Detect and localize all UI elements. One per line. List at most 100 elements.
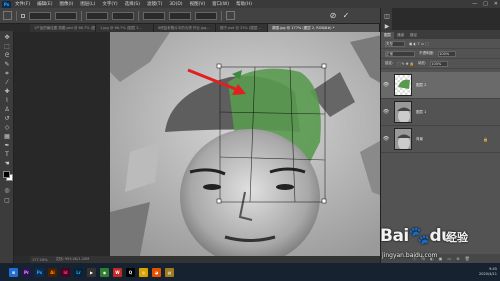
visibility-eye-icon[interactable]: 👁 (381, 109, 391, 115)
menu-help[interactable]: 帮助(H) (236, 1, 252, 7)
menu-filter[interactable]: 滤镜(T) (147, 1, 162, 7)
visibility-eye-icon[interactable]: 👁 (381, 136, 391, 142)
layer-thumbnail (394, 101, 412, 123)
menu-window[interactable]: 窗口(W) (212, 1, 229, 7)
photo-canvas[interactable] (110, 32, 396, 256)
skew-h-field[interactable] (169, 11, 191, 20)
taskbar-lightroom[interactable]: Lr (74, 267, 83, 277)
window-controls: — □ ✕ (472, 1, 498, 7)
layer-row-1[interactable]: 👁 图层 1 (381, 99, 500, 126)
filter-icons[interactable]: ▣ ◐ T ▭ ⬚ (409, 42, 429, 46)
separator (138, 10, 139, 21)
reference-point-checkbox[interactable] (21, 13, 25, 18)
eyedropper-tool-icon[interactable]: ⁄ (3, 79, 11, 86)
brush-tool-icon[interactable]: ⌇ (3, 97, 11, 104)
tab-document-4[interactable]: 帽子.psd @ 25% (图层... (216, 24, 268, 32)
layer-name[interactable]: 图层 1 (416, 110, 426, 115)
history-panel-icon[interactable]: ◫ (383, 12, 391, 20)
pen-tool-icon[interactable]: ✒ (3, 142, 11, 149)
tab-channels[interactable]: 通道 (394, 32, 407, 39)
menu-type[interactable]: 文字(Y) (102, 1, 117, 7)
start-button[interactable]: ⊞ (9, 267, 18, 277)
taskbar-firefox[interactable]: ◕ (152, 267, 161, 277)
taskbar-indesign[interactable]: Id (61, 267, 70, 277)
layers-panel-tabs: 图层 通道 路径 (381, 30, 500, 39)
crop-tool-icon[interactable]: ⌗ (3, 70, 11, 77)
menu-select[interactable]: 选择(S) (125, 1, 140, 7)
blend-mode-select[interactable]: 正常 (385, 50, 415, 57)
taskbar-folder[interactable]: ▤ (165, 267, 174, 277)
lock-row: 锁定: ⬚ ✎ ✥ 🔒 填充: 100% (381, 59, 500, 69)
width-field[interactable] (86, 11, 108, 20)
opacity-field[interactable]: 100% (438, 50, 457, 57)
photoshop-logo: Ps (2, 0, 11, 8)
layer-name[interactable]: 图层 2 (416, 83, 426, 88)
tab-document-active[interactable]: 原图.jpg @ 177% (图层 2, RGB/8#) * (268, 24, 380, 32)
skew-v-field[interactable] (195, 11, 217, 20)
quick-mask-icon[interactable]: ◎ (3, 187, 11, 194)
menu-file[interactable]: 文件(F) (15, 1, 30, 7)
visibility-eye-icon[interactable]: 👁 (381, 82, 391, 88)
screen-mode-icon[interactable]: ▢ (3, 197, 11, 204)
gradient-tool-icon[interactable]: ▦ (3, 133, 11, 140)
taskbar-media-player[interactable]: ▶ (87, 267, 96, 277)
tab-layers[interactable]: 图层 (381, 32, 394, 39)
taskbar-premiere[interactable]: Pr (22, 267, 31, 277)
document-size: 文档: 955.0K/1.20M (55, 257, 90, 261)
commit-transform-button[interactable]: ✓ (341, 10, 351, 20)
system-tray-clock[interactable]: 9:45 2020/4/11 (479, 267, 497, 277)
clock-date: 2020/4/11 (479, 272, 497, 276)
rotate-field[interactable] (143, 11, 165, 20)
canvas-area[interactable] (14, 32, 396, 256)
zoom-level[interactable]: 177.16% (32, 258, 48, 262)
menu-layer[interactable]: 图层(L) (80, 1, 95, 7)
tab-document-3[interactable]: 6修复老照片中的污渍 作业.jpg... (154, 24, 216, 32)
marquee-tool-icon[interactable]: ⬚ (3, 43, 11, 50)
jingyan-text: 经验 (446, 231, 468, 244)
layer-row-2[interactable]: 👁 图层 2 (381, 72, 500, 99)
healing-brush-tool-icon[interactable]: ✚ (3, 88, 11, 95)
fill-field[interactable]: 100% (430, 60, 449, 67)
menu-edit[interactable]: 编辑(E) (37, 1, 52, 7)
menu-view[interactable]: 视图(V) (190, 1, 206, 7)
status-bar: 177.16% 文档: 955.0K/1.20M (30, 256, 380, 263)
maximize-button[interactable]: □ (483, 1, 488, 7)
layer-kind-select[interactable]: 类型 (385, 40, 405, 47)
lasso-tool-icon[interactable]: ᘓ (3, 52, 11, 59)
x-field[interactable] (29, 11, 51, 20)
layer-row-background[interactable]: 👁 背景 🔒 (381, 126, 500, 153)
type-tool-icon[interactable]: T (3, 151, 11, 158)
clone-stamp-tool-icon[interactable]: ♙ (3, 106, 11, 113)
taskbar-wps[interactable]: W (113, 267, 122, 277)
tab-paths[interactable]: 路径 (407, 32, 420, 39)
tab-document-2[interactable]: 1.jpg @ 66.7% (图层 3... (96, 24, 154, 32)
close-button[interactable]: ✕ (494, 1, 498, 7)
menu-3d[interactable]: 3D(D) (169, 2, 182, 7)
history-brush-tool-icon[interactable]: ↺ (3, 115, 11, 122)
tab-document-1[interactable]: 1产品的最佳图 原图.psd @ 66.7% (图层... (30, 24, 96, 32)
taskbar-illustrator[interactable]: Ai (48, 267, 57, 277)
quick-select-tool-icon[interactable]: ✎ (3, 61, 11, 68)
y-field[interactable] (55, 11, 77, 20)
taskbar-browser[interactable]: ◉ (100, 267, 109, 277)
taskbar-chrome[interactable]: ◎ (139, 267, 148, 277)
portrait-thumbnail-image (397, 134, 411, 149)
layer-thumbnail (394, 74, 412, 96)
menu-image[interactable]: 图像(I) (59, 1, 73, 7)
play-action-icon[interactable]: ▶ (383, 22, 391, 30)
document-tabs: 1产品的最佳图 原图.psd @ 66.7% (图层... 1.jpg @ 66… (30, 24, 380, 32)
foreground-color-swatch[interactable] (3, 171, 10, 178)
layer-name[interactable]: 背景 (416, 137, 423, 142)
taskbar-photoshop[interactable]: Ps (35, 267, 44, 277)
minimize-button[interactable]: — (472, 1, 477, 7)
height-field[interactable] (112, 11, 134, 20)
baidu-logo: Bai🐾du (380, 226, 453, 246)
hand-tool-icon[interactable]: ☚ (3, 160, 11, 167)
taskbar-qq[interactable]: Q (126, 267, 135, 277)
lock-icons[interactable]: ⬚ ✎ ✥ 🔒 (397, 62, 414, 66)
cancel-transform-button[interactable]: ⊘ (328, 10, 338, 20)
eraser-tool-icon[interactable]: ◇ (3, 124, 11, 131)
warp-mode-icon[interactable] (226, 11, 235, 20)
move-tool-icon[interactable]: ✥ (3, 34, 11, 41)
transform-tool-icon[interactable] (3, 11, 12, 20)
